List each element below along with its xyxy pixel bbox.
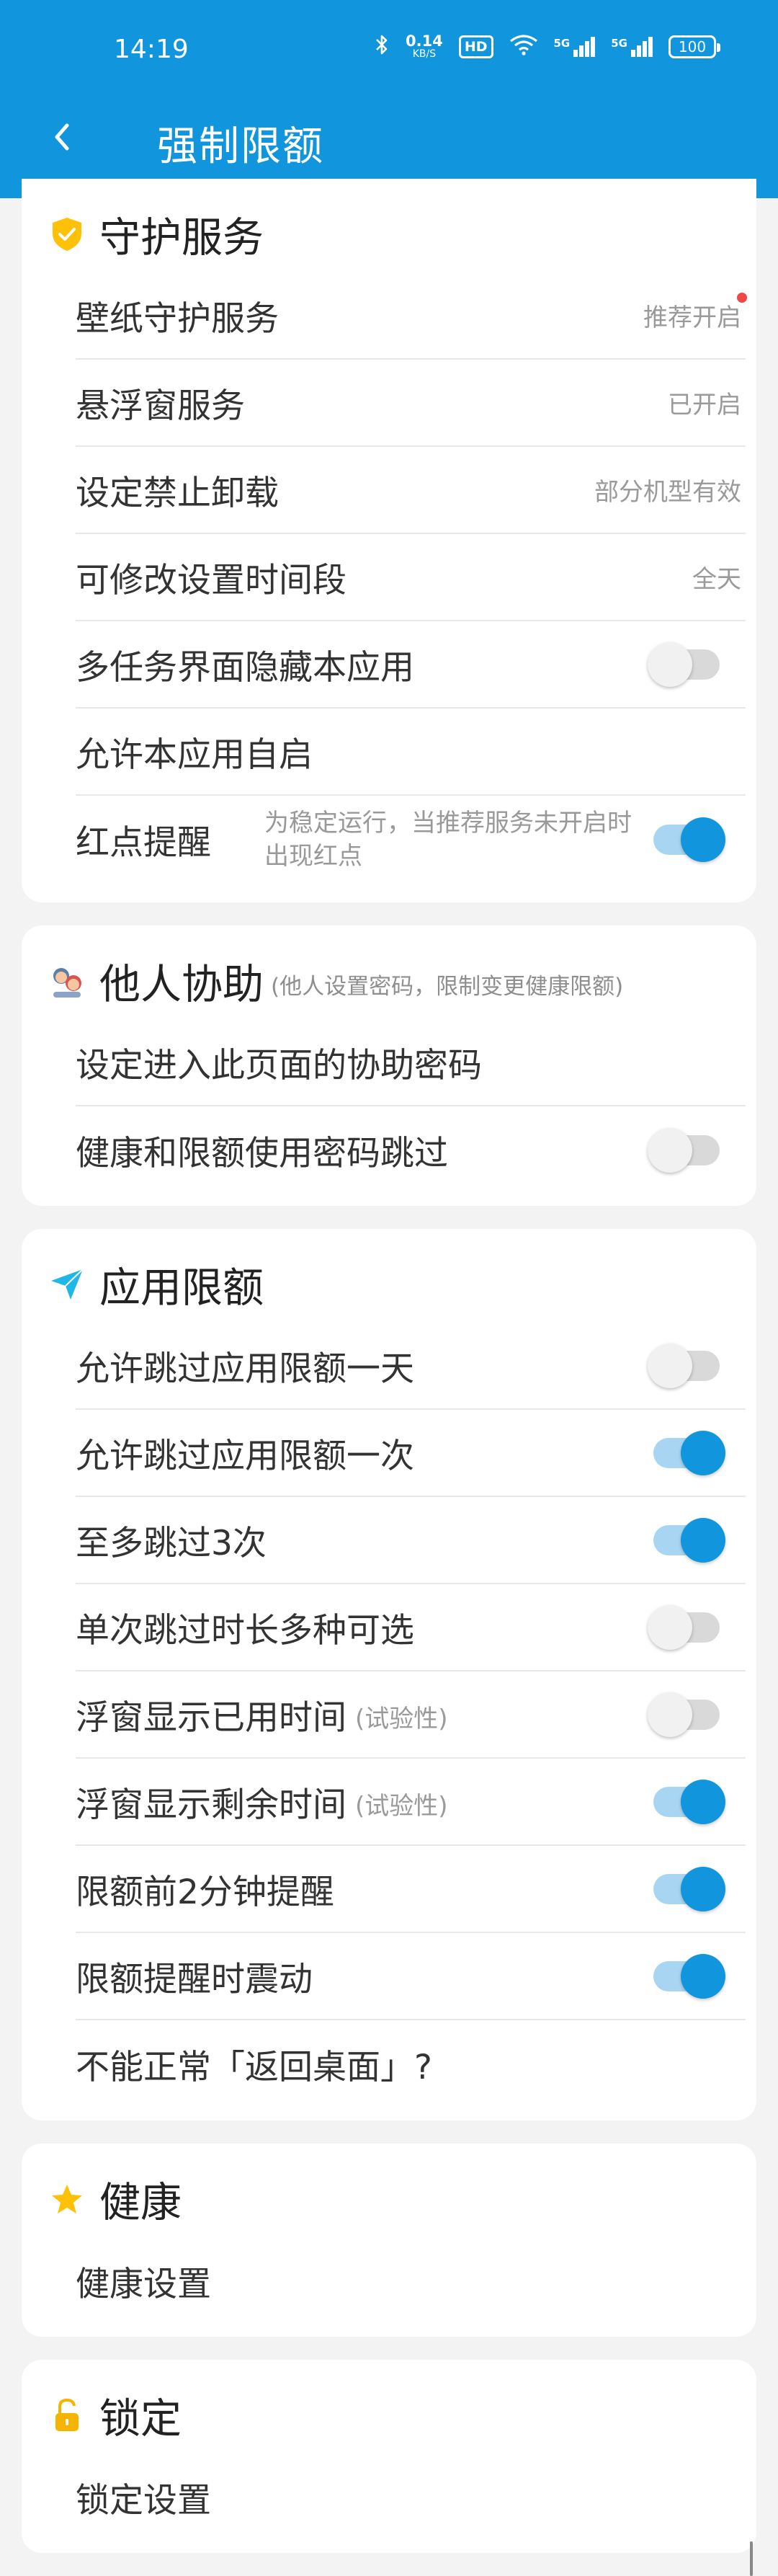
net-speed-unit: KB/S <box>412 48 437 60</box>
signal-2-label: 5G <box>611 36 627 50</box>
row-label: 单次跳过时长多种可选 <box>76 1611 414 1651</box>
wifi-icon <box>509 34 538 59</box>
skip-max-3-row: 至多跳过3次 <box>76 1497 746 1584</box>
app-limit-title: 应用限额 <box>99 1264 264 1312</box>
lock-title: 锁定 <box>99 2395 182 2443</box>
signal-1-label: 5G <box>553 36 571 50</box>
wallpaper-guard-row[interactable]: 壁纸守护服务 推荐开启 <box>76 272 747 360</box>
hide-in-recents-toggle[interactable] <box>648 641 720 687</box>
app-bar: 14:19 0.14 KB/S HD 5G 5G 100 强制限额 <box>0 0 778 198</box>
lock-settings-row[interactable]: 锁定设置 <box>76 2453 746 2541</box>
experimental-tag: (试验性) <box>355 1792 448 1821</box>
app-limit-card: 应用限额 允许跳过应用限额一天 允许跳过应用限额一次 至多跳过3次 单次跳过时长… <box>22 1229 756 2120</box>
hide-in-recents-row: 多任务界面隐藏本应用 <box>76 621 746 709</box>
assist-password-row[interactable]: 设定进入此页面的协助密码 <box>76 1019 746 1106</box>
remind-2min-row: 限额前2分钟提醒 <box>76 1846 746 1933</box>
status-icons: 0.14 KB/S HD 5G 5G 100 <box>374 32 720 60</box>
row-label: 悬浮窗服务 <box>76 386 245 426</box>
skip-one-day-row: 允许跳过应用限额一天 <box>76 1323 746 1410</box>
vibrate-toggle[interactable] <box>653 1953 725 1999</box>
battery-icon: 100 <box>669 35 720 58</box>
shield-icon <box>49 216 85 252</box>
row-value: 全天 <box>692 565 741 594</box>
row-label: 至多跳过3次 <box>76 1524 267 1563</box>
people-icon <box>49 963 85 999</box>
lock-header: 锁定 <box>49 2386 182 2445</box>
skip-duration-row: 单次跳过时长多种可选 <box>76 1584 746 1671</box>
guard-service-header: 守护服务 <box>49 205 264 264</box>
health-title: 健康 <box>99 2179 182 2226</box>
row-value: 推荐开启 <box>643 303 741 332</box>
status-time: 14:19 <box>114 35 189 64</box>
lock-icon <box>49 2397 85 2433</box>
row-label: 限额前2分钟提醒 <box>76 1873 334 1912</box>
row-value: 已开启 <box>668 391 741 419</box>
row-value: 部分机型有效 <box>594 478 741 507</box>
float-remaining-time-row: 浮窗显示剩余时间 (试验性) <box>76 1759 746 1846</box>
health-settings-row[interactable]: 健康设置 <box>76 2237 746 2324</box>
cell-signal-2-icon: 5G <box>611 36 653 57</box>
skip-one-day-toggle[interactable] <box>648 1343 720 1388</box>
row-label: 壁纸守护服务 <box>76 299 279 339</box>
row-label: 设定禁止卸载 <box>76 474 279 513</box>
row-label: 浮窗显示剩余时间 <box>76 1785 346 1825</box>
row-label: 浮窗显示已用时间 <box>76 1698 346 1738</box>
experimental-tag: (试验性) <box>355 1705 448 1733</box>
vibrate-row: 限额提醒时震动 <box>76 1933 746 2020</box>
float-window-row[interactable]: 悬浮窗服务 已开启 <box>76 360 746 447</box>
app-limit-header: 应用限额 <box>49 1255 264 1314</box>
page-title: 强制限额 <box>157 123 324 170</box>
assist-header: 他人协助 (他人设置密码，限制变更健康限额) <box>49 951 623 1011</box>
row-label: 可修改设置时间段 <box>76 561 346 600</box>
row-label: 允许本应用自启 <box>76 735 313 775</box>
skip-once-row: 允许跳过应用限额一次 <box>76 1410 746 1497</box>
chevron-left-icon <box>55 123 69 151</box>
health-header: 健康 <box>49 2169 182 2229</box>
row-label: 限额提醒时震动 <box>76 1960 313 1999</box>
allow-autostart-row[interactable]: 允许本应用自启 <box>76 709 746 796</box>
scrollbar[interactable] <box>750 2541 753 2576</box>
red-dot-reminder-row: 红点提醒 为稳定运行，当推荐服务未开启时出现红点 <box>76 796 746 883</box>
assist-title: 他人协助 <box>99 961 264 1008</box>
bluetooth-icon <box>374 33 390 60</box>
skip-max-3-toggle[interactable] <box>653 1517 725 1563</box>
row-label: 设定进入此页面的协助密码 <box>76 1046 482 1085</box>
guard-service-title: 守护服务 <box>99 214 264 262</box>
row-label: 不能正常「返回桌面」? <box>76 2048 432 2087</box>
row-label: 允许跳过应用限额一次 <box>76 1436 414 1476</box>
lock-card: 锁定 锁定设置 <box>22 2360 756 2553</box>
assist-card: 他人协助 (他人设置密码，限制变更健康限额) 设定进入此页面的协助密码 健康和限… <box>22 925 756 1206</box>
remind-2min-toggle[interactable] <box>653 1866 725 1911</box>
row-label: 多任务界面隐藏本应用 <box>76 648 414 688</box>
skip-once-toggle[interactable] <box>653 1430 725 1475</box>
row-label: 健康和限额使用密码跳过 <box>76 1134 448 1173</box>
password-skip-row: 健康和限额使用密码跳过 <box>76 1106 746 1194</box>
net-speed-value: 0.14 <box>405 32 443 50</box>
row-label: 健康设置 <box>76 2265 211 2304</box>
cell-signal-1-icon: 5G <box>553 36 596 57</box>
red-dot-reminder-toggle[interactable] <box>653 817 725 862</box>
send-icon <box>49 1266 85 1302</box>
red-dot-badge <box>737 293 747 303</box>
editable-time-row[interactable]: 可修改设置时间段 全天 <box>76 534 746 621</box>
float-used-time-toggle[interactable] <box>648 1692 720 1737</box>
back-button[interactable] <box>40 108 84 166</box>
row-label: 允许跳过应用限额一天 <box>76 1349 414 1389</box>
skip-duration-toggle[interactable] <box>648 1604 720 1650</box>
star-icon <box>49 2181 85 2217</box>
password-skip-toggle[interactable] <box>648 1127 720 1173</box>
prevent-uninstall-row[interactable]: 设定禁止卸载 部分机型有效 <box>76 447 746 534</box>
row-label: 锁定设置 <box>76 2481 211 2521</box>
float-used-time-row: 浮窗显示已用时间 (试验性) <box>76 1671 746 1759</box>
row-label: 红点提醒 <box>76 823 211 863</box>
net-speed: 0.14 KB/S <box>405 32 443 60</box>
guard-service-card: 守护服务 壁纸守护服务 推荐开启 悬浮窗服务 已开启 设定禁止卸载 部分机型有效… <box>22 179 756 902</box>
hd-badge: HD <box>458 35 493 58</box>
assist-subtitle: (他人设置密码，限制变更健康限额) <box>271 973 624 1000</box>
back-to-home-help-row[interactable]: 不能正常「返回桌面」? <box>76 2020 746 2108</box>
float-remaining-time-toggle[interactable] <box>653 1779 725 1824</box>
row-description: 为稳定运行，当推荐服务未开启时出现红点 <box>264 808 632 871</box>
health-card: 健康 健康设置 <box>22 2144 756 2337</box>
